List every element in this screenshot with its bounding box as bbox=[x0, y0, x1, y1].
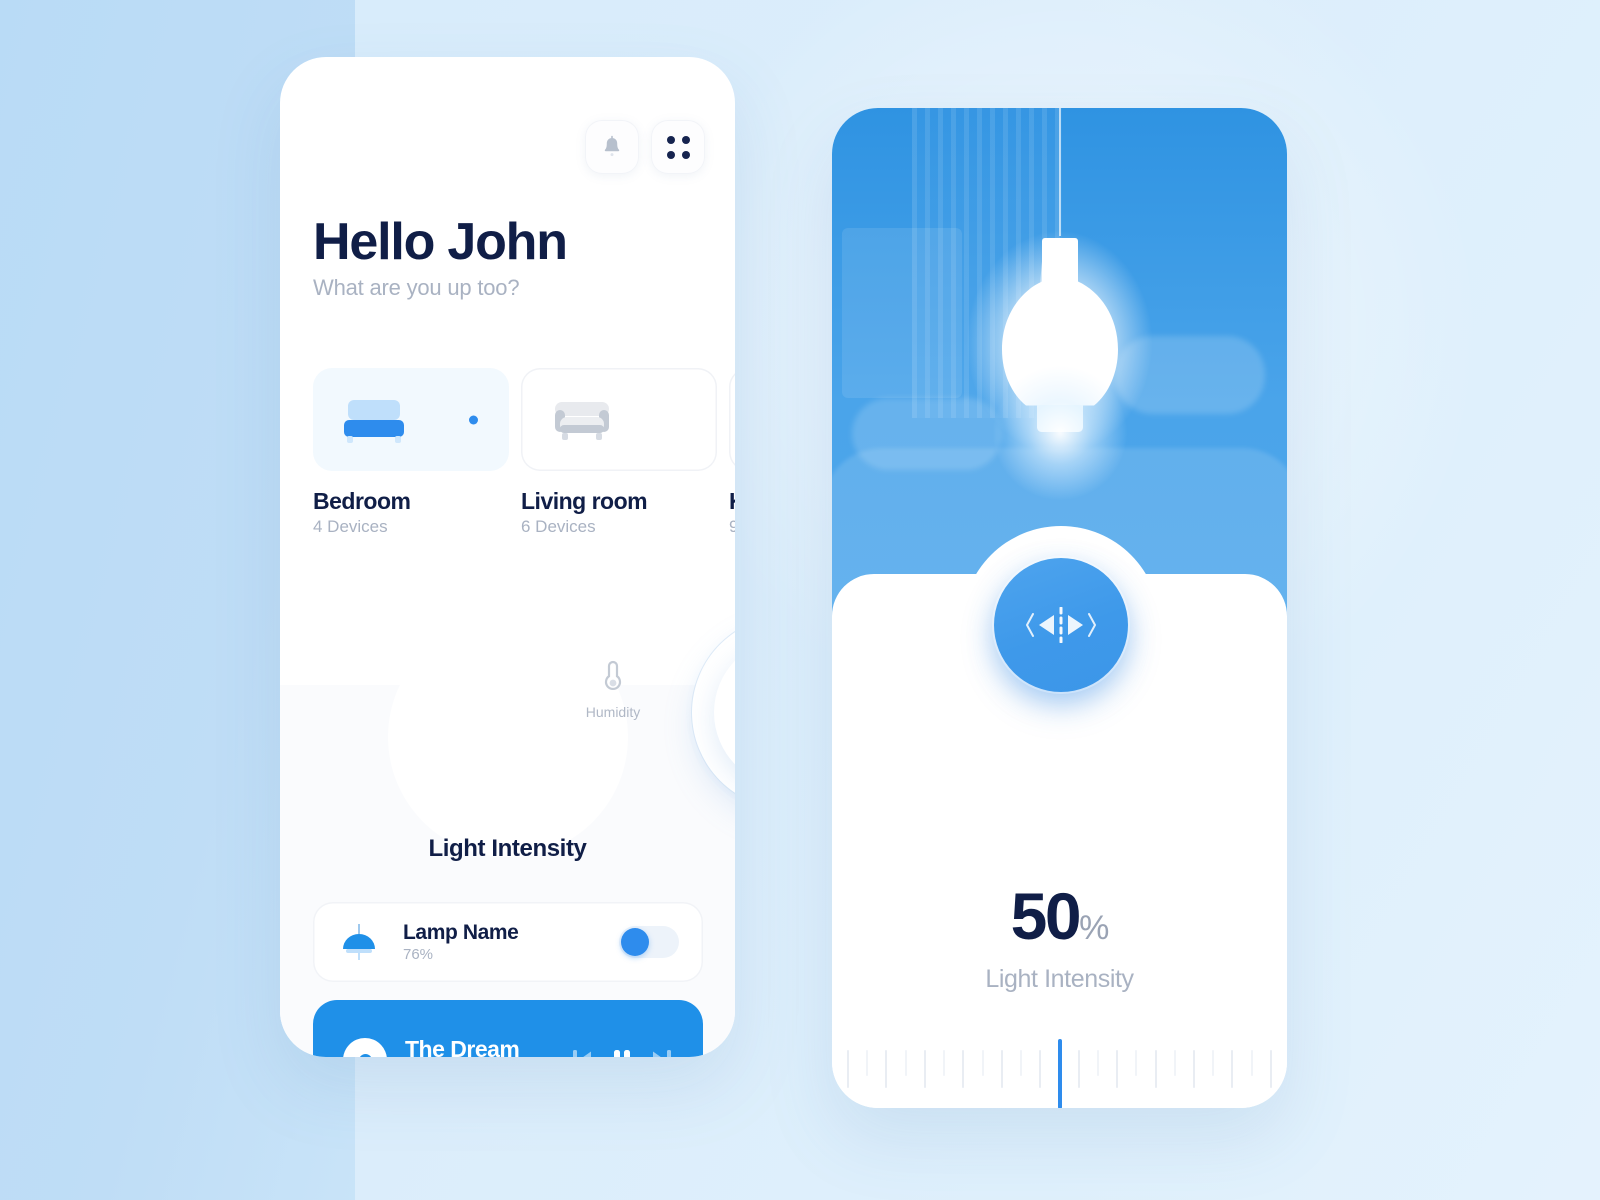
room-card-living-room[interactable]: Living room 6 Devices bbox=[521, 368, 717, 537]
slider-tick bbox=[981, 1050, 984, 1076]
page-title: Hello John bbox=[313, 213, 568, 271]
slider-tick bbox=[1269, 1050, 1272, 1088]
slider-tick bbox=[1019, 1050, 1022, 1076]
drag-horizontal-icon bbox=[1026, 607, 1096, 643]
phone-detail-screen: 50% Light Intensity bbox=[832, 108, 1287, 1108]
headboard-detail bbox=[842, 228, 962, 398]
room-name: Bedroom bbox=[313, 488, 411, 514]
detail-value: 50 bbox=[1010, 879, 1082, 953]
music-player[interactable]: The Dream Shaun bbox=[313, 1000, 703, 1057]
detail-caption: Light Intensity bbox=[985, 965, 1134, 993]
lamp-glow bbox=[990, 363, 1130, 503]
slider-tick bbox=[1250, 1050, 1253, 1076]
room-device-count: 9 bbox=[729, 517, 735, 536]
room-list: Bedroom 4 Devices Living room 6 Devices bbox=[313, 368, 735, 537]
greeting-block: Hello John What are you up too? bbox=[313, 213, 568, 301]
vinyl-icon bbox=[343, 1038, 387, 1057]
page-subtitle: What are you up too? bbox=[313, 275, 520, 301]
bed-icon bbox=[344, 399, 404, 443]
detail-value-block: 50% bbox=[832, 883, 1287, 949]
grid-dots-icon bbox=[666, 135, 690, 159]
player-controls bbox=[571, 1047, 673, 1057]
room-active-dot bbox=[469, 415, 478, 424]
slider-tick bbox=[962, 1050, 965, 1088]
lamp-cord bbox=[1059, 108, 1061, 236]
pendant-lamp-icon bbox=[343, 924, 375, 960]
room-name: K bbox=[729, 488, 735, 515]
sofa-icon bbox=[555, 401, 609, 440]
slider-tick bbox=[885, 1050, 888, 1088]
previous-icon[interactable] bbox=[571, 1047, 593, 1057]
stat-humidity: Humidity bbox=[558, 659, 668, 720]
room-tile[interactable] bbox=[729, 368, 735, 471]
track-info: The Dream Shaun bbox=[405, 1036, 571, 1058]
slider-tick bbox=[1192, 1050, 1195, 1088]
device-text: Lamp Name 76% bbox=[403, 921, 619, 963]
slider-tick bbox=[923, 1050, 926, 1088]
device-row-lamp[interactable]: Lamp Name 76% bbox=[313, 902, 703, 982]
stat-label: Humidity bbox=[585, 704, 641, 720]
slider-tick bbox=[1096, 1050, 1099, 1076]
bell-icon bbox=[604, 135, 620, 157]
next-icon[interactable] bbox=[651, 1047, 673, 1057]
phone-home-screen: Hello John What are you up too? Bedroom … bbox=[280, 57, 735, 1057]
slider-tick bbox=[904, 1050, 907, 1076]
slider-tick bbox=[1231, 1050, 1234, 1088]
thermometer-icon bbox=[604, 660, 622, 690]
room-card-kitchen[interactable]: K 9 bbox=[729, 368, 735, 537]
room-device-count: 4 Devices bbox=[313, 517, 388, 536]
room-tile[interactable] bbox=[313, 368, 509, 471]
room-device-count: 6 Devices bbox=[521, 517, 596, 536]
notification-button[interactable] bbox=[585, 120, 639, 174]
track-title: The Dream bbox=[405, 1035, 520, 1058]
room-tile[interactable] bbox=[521, 368, 717, 471]
slider-tick bbox=[1173, 1050, 1176, 1076]
device-toggle[interactable] bbox=[619, 926, 679, 958]
menu-button[interactable] bbox=[651, 120, 705, 174]
pillow-right-detail bbox=[1115, 336, 1265, 414]
light-intensity-dial[interactable]: 76 % bbox=[686, 610, 735, 815]
slider-tick bbox=[1135, 1050, 1138, 1076]
slider-tick bbox=[1212, 1050, 1215, 1076]
slider-tick bbox=[1000, 1050, 1003, 1088]
slider-tick bbox=[943, 1050, 946, 1076]
header-actions bbox=[585, 120, 705, 174]
pause-icon[interactable] bbox=[610, 1047, 634, 1057]
slider-cursor[interactable] bbox=[1057, 1039, 1062, 1108]
slider-tick bbox=[1154, 1050, 1157, 1088]
slider-tick bbox=[1077, 1050, 1080, 1088]
slider-tick bbox=[1116, 1050, 1119, 1088]
dial-background-notch bbox=[388, 617, 628, 857]
device-name: Lamp Name bbox=[403, 921, 519, 944]
device-value: 76% bbox=[403, 946, 434, 963]
slider-tick bbox=[866, 1050, 869, 1076]
room-card-bedroom[interactable]: Bedroom 4 Devices bbox=[313, 368, 509, 537]
brightness-drag-knob[interactable] bbox=[994, 558, 1128, 692]
room-name: Living room bbox=[521, 488, 648, 514]
slider-tick bbox=[847, 1050, 849, 1088]
detail-unit: % bbox=[1079, 909, 1109, 947]
slider-tick bbox=[1039, 1050, 1042, 1088]
dial-caption: Light Intensity bbox=[428, 835, 587, 862]
